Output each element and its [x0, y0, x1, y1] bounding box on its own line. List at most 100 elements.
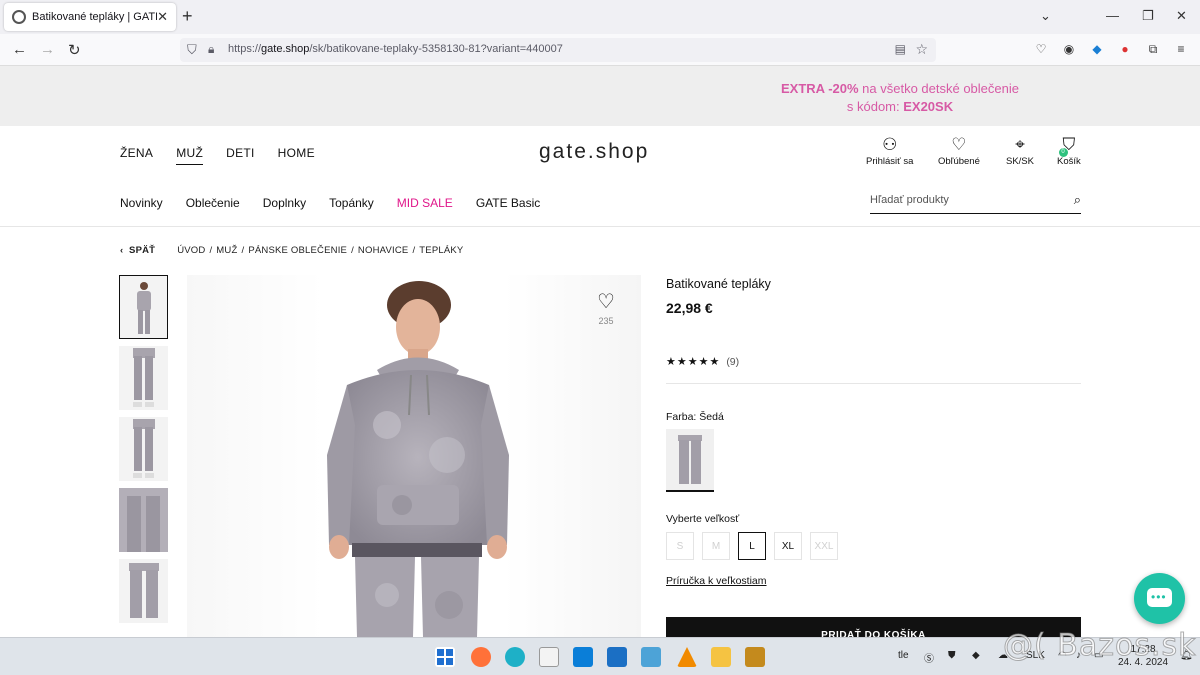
wishlist-button[interactable]: ♡ 235	[597, 292, 615, 326]
promo-text: EXTRA -20% na všetko detské oblečenie s …	[781, 81, 1019, 114]
vlc-icon[interactable]	[677, 647, 697, 667]
heart-icon: ♡	[951, 135, 967, 154]
thumbnail-2[interactable]	[119, 346, 168, 410]
forward-arrow-icon[interactable]: →	[40, 41, 55, 58]
breadcrumb-muz[interactable]: MUŽ	[216, 245, 237, 256]
bookmark-star-icon[interactable]: ☆	[915, 41, 928, 58]
nav-muz[interactable]: MUŽ	[176, 146, 204, 165]
breadcrumb-teplaky[interactable]: TEPLÁKY	[419, 245, 463, 256]
tab-list-chevron-icon[interactable]: ⌄	[1040, 8, 1051, 24]
mail-icon[interactable]	[607, 647, 627, 667]
wishlist-count: 235	[598, 316, 614, 326]
model-illustration	[327, 281, 509, 637]
shield-icon[interactable]: ⛉	[187, 42, 197, 58]
firefox-icon[interactable]	[471, 647, 491, 667]
close-tab-icon[interactable]: ✕	[157, 9, 168, 25]
file-explorer-icon[interactable]	[711, 647, 731, 667]
region-action[interactable]: ⌖ SK/SK	[1006, 134, 1034, 167]
skype-icon[interactable]: Ⓢ	[924, 650, 934, 665]
edge-icon[interactable]	[505, 647, 525, 667]
reader-view-icon[interactable]: ▤	[895, 42, 906, 56]
size-s[interactable]: S	[666, 532, 694, 560]
search-box: ⌕	[870, 188, 1081, 214]
product-rating[interactable]: ★★★★★ (9)	[666, 355, 739, 369]
cat-doplnky[interactable]: Doplnky	[263, 196, 306, 210]
tray-blue-icon[interactable]: ◆	[972, 650, 980, 661]
tab-title: Batikované tepláky | GATE	[32, 11, 158, 23]
color-label: Farba: Šedá	[666, 411, 724, 423]
thumbnail-3[interactable]	[119, 417, 168, 481]
cat-gate-basic[interactable]: GATE Basic	[476, 196, 540, 210]
back-link[interactable]: ‹ SPÄŤ	[120, 245, 155, 256]
thumbnail-5[interactable]	[119, 559, 168, 623]
breadcrumb-nohavice[interactable]: NOHAVICE	[358, 245, 409, 256]
search-input[interactable]	[870, 188, 1060, 212]
shopping-bag-icon: ⛉ 0	[1058, 134, 1075, 157]
user-icon: ⚇	[882, 135, 898, 154]
reload-icon[interactable]: ↻	[68, 41, 81, 59]
cat-topanky[interactable]: Topánky	[329, 196, 374, 210]
chat-button[interactable]	[1134, 573, 1185, 624]
nav-zena[interactable]: ŽENA	[120, 146, 153, 165]
size-guide-link[interactable]: Príručka k veľkostiam	[666, 575, 767, 587]
extension-blue-icon[interactable]: ◆	[1090, 42, 1104, 56]
back-arrow-icon[interactable]: ←	[12, 41, 27, 58]
divider	[666, 383, 1081, 384]
chat-bubble-icon	[1147, 588, 1172, 607]
search-icon[interactable]: ⌕	[1074, 192, 1081, 208]
google-favicon-icon: G	[12, 10, 26, 24]
url-text[interactable]: https://gate.shop/sk/batikovane-teplaky-…	[228, 43, 563, 55]
login-action[interactable]: ⚇ Prihlásiť sa	[866, 134, 913, 167]
breadcrumb-separator: /	[209, 245, 213, 256]
app-blue-icon[interactable]	[573, 647, 593, 667]
browser-nav-bar: ← → ↻ ⛉ 🔒︎ https://gate.shop/sk/batikova…	[0, 34, 1200, 66]
rating-stars-icon: ★★★★★	[666, 356, 721, 368]
store-icon[interactable]	[539, 647, 559, 667]
close-window-icon[interactable]: ✕	[1176, 8, 1187, 24]
start-icon[interactable]	[435, 647, 455, 667]
breadcrumb-panske-oblecenie[interactable]: PÁNSKE OBLEČENIE	[248, 245, 347, 256]
site-logo[interactable]: gate.shop	[539, 140, 649, 164]
thumbnail-1[interactable]	[119, 275, 168, 339]
cat-novinky[interactable]: Novinky	[120, 196, 163, 210]
breadcrumb-separator: /	[351, 245, 354, 256]
size-xxl[interactable]: XXL	[810, 532, 838, 560]
browser-tab[interactable]: G Batikované tepláky | GATE ✕	[4, 3, 176, 31]
color-swatch-grey[interactable]	[666, 429, 714, 492]
product-price: 22,98 €	[666, 300, 713, 316]
gender-nav: ŽENA MUŽ DETI HOME	[120, 146, 338, 165]
size-selector: S M L XL XXL	[666, 532, 846, 560]
restore-icon[interactable]: ❐	[1142, 8, 1154, 24]
breadcrumb-separator: /	[241, 245, 245, 256]
menu-hamburger-icon[interactable]: ≡	[1174, 42, 1188, 56]
app-tools-icon[interactable]	[745, 647, 765, 667]
cat-oblecenie[interactable]: Oblečenie	[186, 196, 240, 210]
nav-home[interactable]: HOME	[278, 146, 315, 165]
cat-mid-sale[interactable]: MID SALE	[397, 196, 453, 210]
security-icon[interactable]: ⛊	[948, 650, 956, 661]
size-m[interactable]: M	[702, 532, 730, 560]
extensions-puzzle-icon[interactable]: ⧉	[1146, 42, 1160, 56]
cart-count-badge: 0	[1058, 148, 1068, 157]
product-main-image[interactable]	[187, 275, 641, 637]
breadcrumb-uvod[interactable]: ÚVOD	[177, 245, 205, 256]
promo-banner[interactable]: EXTRA -20% na všetko detské oblečenie s …	[0, 66, 1200, 126]
size-xl[interactable]: XL	[774, 532, 802, 560]
extension-red-icon[interactable]: ●	[1118, 42, 1132, 56]
favorites-action[interactable]: ♡ Obľúbené	[938, 134, 980, 167]
bazos-watermark: @( Bazos.sk	[1002, 628, 1197, 664]
site-header: ŽENA MUŽ DETI HOME gate.shop ⚇ Prihlásiť…	[0, 126, 1200, 227]
size-l[interactable]: L	[738, 532, 766, 560]
pocket-icon[interactable]: ♡	[1034, 42, 1048, 56]
app-bird-icon[interactable]	[641, 647, 661, 667]
cart-action[interactable]: ⛉ 0 Košík	[1057, 134, 1081, 167]
nav-deti[interactable]: DETI	[226, 146, 255, 165]
new-tab-icon[interactable]: +	[182, 6, 193, 27]
lock-icon[interactable]: 🔒︎	[208, 42, 214, 57]
account-icon[interactable]: ◉	[1062, 42, 1076, 56]
tray-app-icon[interactable]: tle	[898, 650, 909, 661]
thumbnail-4[interactable]	[119, 488, 168, 552]
breadcrumb-separator: /	[412, 245, 416, 256]
minimize-icon[interactable]: —	[1106, 8, 1119, 23]
address-bar[interactable]: ⛉ 🔒︎ https://gate.shop/sk/batikovane-tep…	[180, 38, 936, 62]
